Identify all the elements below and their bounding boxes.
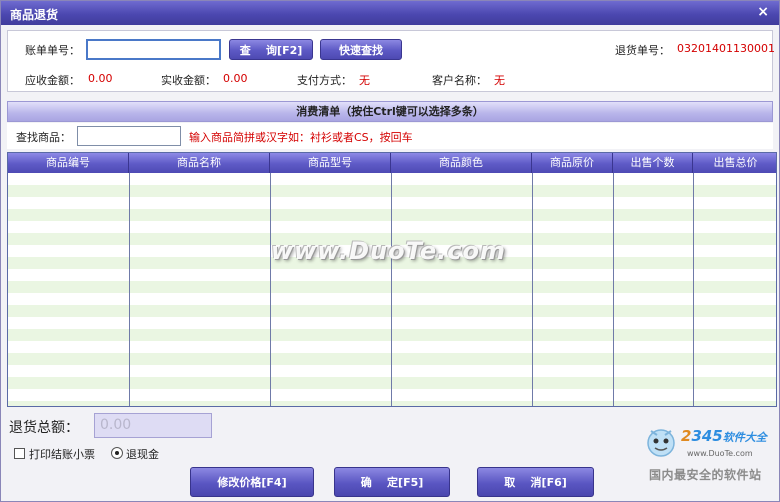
quick-search-button[interactable]: 快速查找 (320, 39, 402, 60)
table-row[interactable] (8, 293, 776, 305)
table-row[interactable] (8, 233, 776, 245)
close-icon[interactable]: × (757, 4, 769, 20)
table-row[interactable] (8, 353, 776, 365)
receivable-value: 0.00 (88, 72, 113, 85)
table-row[interactable] (8, 389, 776, 401)
table-header: 商品编号 商品名称 商品型号 商品颜色 商品原价 出售个数 出售总价 (8, 153, 776, 173)
payment-method-label: 支付方式： (297, 74, 352, 87)
refund-cash-radio[interactable] (111, 447, 123, 459)
receivable-label: 应收金额： (25, 74, 80, 87)
print-receipt-checkbox[interactable] (14, 448, 25, 459)
payment-method-value: 无 (359, 74, 370, 87)
consumption-list-title: 消费清单（按住Ctrl键可以选择多条） (7, 101, 773, 122)
table-row[interactable] (8, 245, 776, 257)
table-row[interactable] (8, 365, 776, 377)
received-value: 0.00 (223, 72, 248, 85)
bill-no-input[interactable] (86, 39, 221, 60)
return-no-value: 03201401130001 (677, 42, 775, 55)
table-row[interactable] (8, 221, 776, 233)
table-row[interactable] (8, 197, 776, 209)
table-row[interactable] (8, 257, 776, 269)
confirm-button[interactable]: 确 定[F5] (334, 467, 450, 497)
table-row[interactable] (8, 269, 776, 281)
column-divider (613, 173, 614, 406)
table-row[interactable] (8, 341, 776, 353)
column-header-product-color[interactable]: 商品颜色 (391, 153, 532, 173)
return-no-label: 退货单号： (615, 44, 670, 57)
column-divider (391, 173, 392, 406)
column-divider (693, 173, 694, 406)
bill-info-panel: 账单单号： 查 询[F2] 快速查找 退货单号： 03201401130001 … (7, 30, 775, 92)
cancel-button[interactable]: 取 消[F6] (477, 467, 594, 497)
received-label: 实收金额： (161, 74, 216, 87)
product-search-label: 查找商品： (16, 131, 71, 144)
table-row[interactable] (8, 185, 776, 197)
column-header-quantity-sold[interactable]: 出售个数 (613, 153, 693, 173)
table-row[interactable] (8, 329, 776, 341)
column-divider (270, 173, 271, 406)
table-row[interactable] (8, 209, 776, 221)
modify-price-button[interactable]: 修改价格[F4] (190, 467, 314, 497)
table-row[interactable] (8, 317, 776, 329)
customer-name-value: 无 (494, 74, 505, 87)
return-goods-dialog: 商品退货 × 账单单号： 查 询[F2] 快速查找 退货单号： 03201401… (0, 0, 780, 502)
return-total-label: 退货总额： (9, 420, 79, 436)
product-search-input[interactable] (77, 126, 181, 146)
query-button[interactable]: 查 询[F2] (229, 39, 313, 60)
table-body[interactable] (8, 173, 776, 406)
table-row[interactable] (8, 377, 776, 389)
return-total-field: 0.00 (94, 413, 212, 438)
product-search-row: 查找商品： 输入商品简拼或汉字如：衬衫或者CS，按回车 (7, 123, 773, 149)
column-header-product-model[interactable]: 商品型号 (270, 153, 391, 173)
print-receipt-label[interactable]: 打印结账小票 (29, 446, 95, 462)
title-bar: 商品退货 × (1, 1, 779, 25)
table-row[interactable] (8, 281, 776, 293)
bottom-panel: 退货总额： 0.00 打印结账小票 退现金 修改价格[F4] 确 定[F5] 取… (7, 410, 773, 500)
column-header-total-price[interactable]: 出售总价 (693, 153, 776, 173)
bill-no-label: 账单单号： (25, 44, 80, 57)
customer-name-label: 客户名称： (432, 74, 487, 87)
column-divider (129, 173, 130, 406)
product-search-hint: 输入商品简拼或汉字如：衬衫或者CS，按回车 (189, 131, 413, 144)
column-divider (532, 173, 533, 406)
refund-cash-label[interactable]: 退现金 (126, 446, 159, 462)
column-header-original-price[interactable]: 商品原价 (532, 153, 613, 173)
consumption-list-table[interactable]: 商品编号 商品名称 商品型号 商品颜色 商品原价 出售个数 出售总价 (7, 152, 777, 407)
column-header-product-name[interactable]: 商品名称 (129, 153, 270, 173)
table-row[interactable] (8, 401, 776, 406)
table-row[interactable] (8, 305, 776, 317)
window-title: 商品退货 (10, 8, 59, 22)
table-row[interactable] (8, 173, 776, 185)
column-header-product-code[interactable]: 商品编号 (8, 153, 129, 173)
